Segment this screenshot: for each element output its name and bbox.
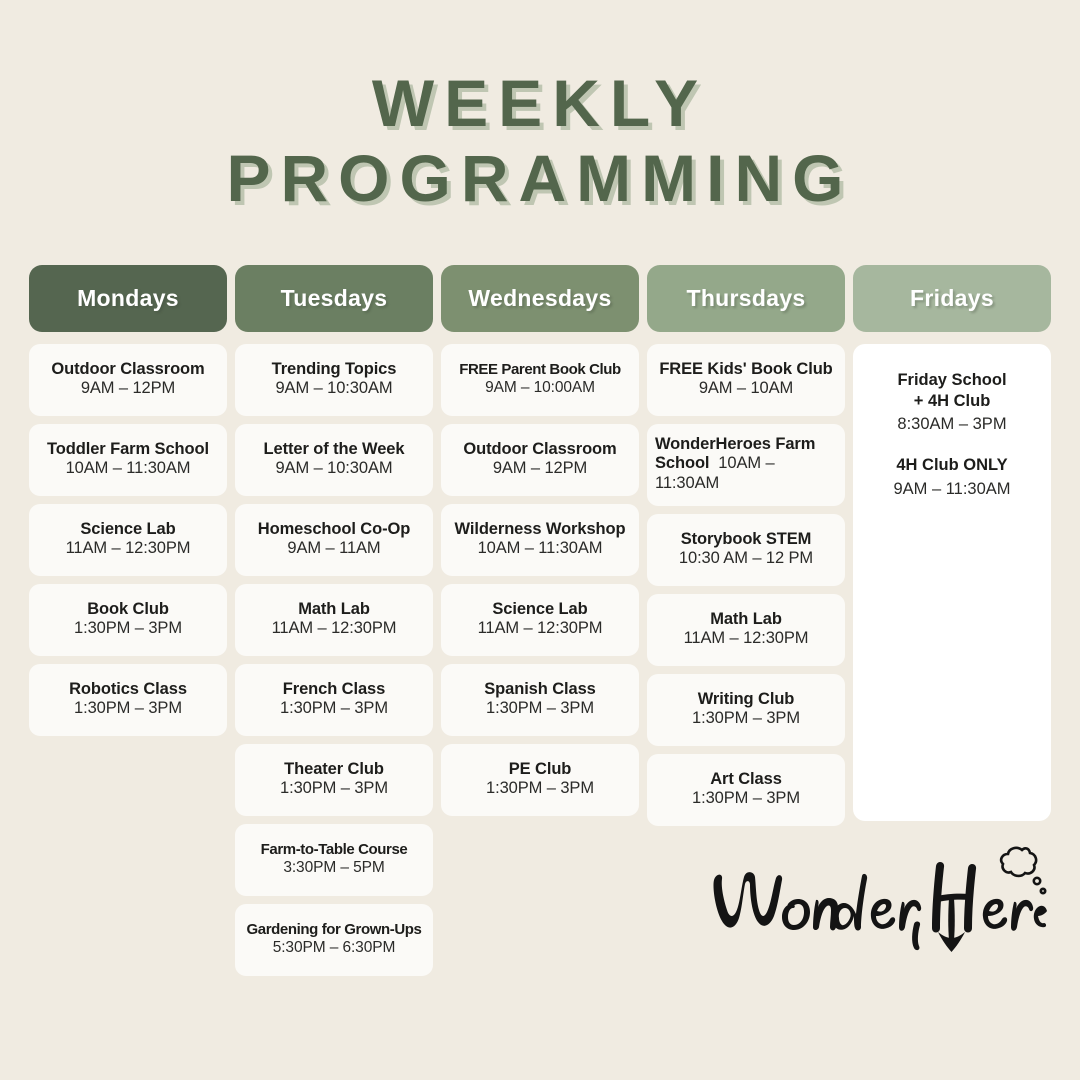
event-card[interactable]: Robotics Class 1:30PM – 3PM <box>29 664 227 736</box>
event-group: Friday School + 4H Club 8:30AM – 3PM <box>863 370 1041 435</box>
event-title: Science Lab <box>492 599 588 618</box>
event-title: Outdoor Classroom <box>51 359 205 378</box>
event-card[interactable]: Homeschool Co-Op 9AM – 11AM <box>235 504 433 576</box>
event-title: 4H Club ONLY <box>896 455 1008 474</box>
event-time: 1:30PM – 3PM <box>280 779 388 798</box>
event-title: Toddler Farm School <box>47 439 209 458</box>
column-header-fridays[interactable]: Fridays <box>853 265 1051 332</box>
event-title: Homeschool Co-Op <box>257 519 411 538</box>
column-header-thursdays[interactable]: Thursdays <box>647 265 845 332</box>
event-time: 10AM – 11:30AM <box>65 459 191 478</box>
wordmark-script <box>713 861 1047 951</box>
wonderhere-logo <box>700 828 1050 978</box>
page-title: WEEKLY PROGRAMMING <box>0 0 1080 215</box>
event-card[interactable]: WonderHeroes Farm School 10AM – 11:30AM <box>647 424 845 507</box>
event-title: Storybook STEM <box>680 529 812 548</box>
event-time: 1:30PM – 3PM <box>74 619 182 638</box>
event-time: 11AM – 12:30PM <box>271 619 397 638</box>
friday-schedule-card[interactable]: Friday School + 4H Club 8:30AM – 3PM 4H Cl… <box>853 344 1051 821</box>
event-card[interactable]: Art Class 1:30PM – 3PM <box>647 754 845 827</box>
event-time: 10AM – 11:30AM <box>477 539 603 558</box>
event-card[interactable]: PE Club 1:30PM – 3PM <box>441 744 639 816</box>
event-time: 1:30PM – 3PM <box>74 699 182 718</box>
event-title: Art Class <box>710 769 782 788</box>
event-title: Outdoor Classroom <box>463 439 617 458</box>
event-title: Robotics Class <box>69 679 187 698</box>
event-time: 1:30PM – 3PM <box>692 709 800 728</box>
event-card[interactable]: Gardening for Grown-Ups 5:30PM – 6:30PM <box>235 904 433 976</box>
event-title: Trending Topics <box>271 359 397 378</box>
column-header-tuesdays[interactable]: Tuesdays <box>235 265 433 332</box>
event-card[interactable]: Toddler Farm School 10AM – 11:30AM <box>29 424 227 496</box>
event-title: Letter of the Week <box>263 439 405 458</box>
column-header-mondays[interactable]: Mondays <box>29 265 227 332</box>
event-card[interactable]: French Class 1:30PM – 3PM <box>235 664 433 736</box>
event-group: 4H Club ONLY 9AM – 11:30AM <box>863 455 1041 499</box>
event-title: Math Lab <box>298 599 370 618</box>
event-time: 3:30PM – 5PM <box>283 859 385 877</box>
page-title-line-2: PROGRAMMING <box>226 140 854 215</box>
thought-bubble-icon <box>999 846 1047 895</box>
event-card[interactable]: Storybook STEM 10:30 AM – 12 PM <box>647 514 845 587</box>
down-arrow-icon <box>938 898 965 952</box>
event-time: 8:30AM – 3PM <box>897 415 1007 434</box>
event-time: 5:30PM – 6:30PM <box>272 939 396 957</box>
event-card-list: FREE Parent Book Club 9AM – 10:00AM Outdoo… <box>441 344 639 816</box>
day-column-mondays: Mondays Outdoor Classroom 9AM – 12PM Toddle… <box>29 265 227 976</box>
event-card[interactable]: Book Club 1:30PM – 3PM <box>29 584 227 656</box>
event-card[interactable]: Farm-to-Table Course 3:30PM – 5PM <box>235 824 433 896</box>
event-card[interactable]: Outdoor Classroom 9AM – 12PM <box>29 344 227 416</box>
event-title: Science Lab <box>80 519 176 538</box>
event-card-list: Outdoor Classroom 9AM – 12PM Toddler Farm … <box>29 344 227 736</box>
event-card[interactable]: Letter of the Week 9AM – 10:30AM <box>235 424 433 496</box>
event-card[interactable]: Theater Club 1:30PM – 3PM <box>235 744 433 816</box>
event-time: 9AM – 10AM <box>698 379 794 398</box>
event-card[interactable]: Math Lab 11AM – 12:30PM <box>235 584 433 656</box>
event-card[interactable]: Science Lab 11AM – 12:30PM <box>441 584 639 656</box>
event-time: 11AM – 12:30PM <box>65 539 191 558</box>
event-time: 1:30PM – 3PM <box>692 789 800 808</box>
event-title: Friday School + 4H Club <box>897 371 1007 410</box>
column-header-wednesdays[interactable]: Wednesdays <box>441 265 639 332</box>
event-time: 1:30PM – 3PM <box>280 699 388 718</box>
event-title: Spanish Class <box>484 679 596 698</box>
event-time: 9AM – 10:30AM <box>275 379 393 398</box>
event-card[interactable]: Trending Topics 9AM – 10:30AM <box>235 344 433 416</box>
page-title-line-1: WEEKLY <box>371 66 709 140</box>
event-title: FREE Kids' Book Club <box>659 359 833 378</box>
event-card[interactable]: FREE Kids' Book Club 9AM – 10AM <box>647 344 845 416</box>
event-title: Wilderness Workshop <box>454 519 626 538</box>
event-time: 1:30PM – 3PM <box>486 779 594 798</box>
event-time: 1:30PM – 3PM <box>486 699 594 718</box>
event-time: 9AM – 11AM <box>287 539 381 558</box>
event-card[interactable]: Spanish Class 1:30PM – 3PM <box>441 664 639 736</box>
event-time: 9AM – 11:30AM <box>893 479 1011 498</box>
event-title: Gardening for Grown-Ups <box>246 921 422 939</box>
event-time: 9AM – 12PM <box>492 459 588 478</box>
event-card-list: FREE Kids' Book Club 9AM – 10AM WonderHero… <box>647 344 845 827</box>
event-time: 9AM – 12PM <box>80 379 176 398</box>
event-title: FREE Parent Book Club <box>459 361 621 379</box>
event-time: 9AM – 10:30AM <box>275 459 393 478</box>
event-card[interactable]: FREE Parent Book Club 9AM – 10:00AM <box>441 344 639 416</box>
event-title: PE Club <box>508 759 572 778</box>
event-title: Math Lab <box>710 609 782 628</box>
event-title: Book Club <box>87 599 169 618</box>
event-card[interactable]: Science Lab 11AM – 12:30PM <box>29 504 227 576</box>
event-time: 11AM – 12:30PM <box>477 619 603 638</box>
day-column-wednesdays: Wednesdays FREE Parent Book Club 9AM – 10:… <box>441 265 639 976</box>
event-title: Writing Club <box>697 689 795 708</box>
event-title: Farm-to-Table Course <box>260 841 408 859</box>
day-column-tuesdays: Tuesdays Trending Topics 9AM – 10:30AM Lett… <box>235 265 433 976</box>
event-time: 9AM – 10:00AM <box>485 379 595 397</box>
event-title: French Class <box>282 679 386 698</box>
event-time: 10:30 AM – 12 PM <box>678 549 814 568</box>
event-time: 11AM – 12:30PM <box>683 629 809 648</box>
event-card[interactable]: Writing Club 1:30PM – 3PM <box>647 674 845 747</box>
event-card-list: Trending Topics 9AM – 10:30AM Letter of th… <box>235 344 433 976</box>
event-card[interactable]: Outdoor Classroom 9AM – 12PM <box>441 424 639 496</box>
event-title: Theater Club <box>284 759 384 778</box>
event-card[interactable]: Wilderness Workshop 10AM – 11:30AM <box>441 504 639 576</box>
event-card[interactable]: Math Lab 11AM – 12:30PM <box>647 594 845 667</box>
